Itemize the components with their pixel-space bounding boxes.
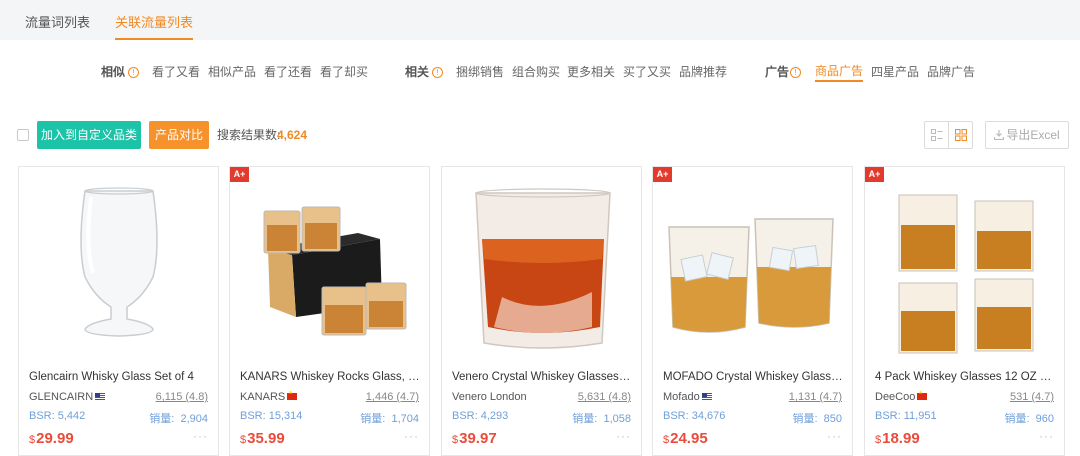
info-icon[interactable]: !: [432, 67, 443, 78]
filter-group-ads-label: 广告: [765, 65, 790, 79]
info-icon[interactable]: !: [790, 67, 801, 78]
a-plus-badge: A+: [865, 167, 884, 182]
product-title[interactable]: 4 Pack Whiskey Glasses 12 OZ Set: [875, 371, 1055, 383]
filter-item-combo-buy[interactable]: 组合购买: [512, 62, 560, 82]
product-image[interactable]: [865, 167, 1064, 362]
product-card[interactable]: A+ KANARS Whiskey Rocks Glass, Set of 4 …: [229, 166, 430, 456]
product-brand[interactable]: DeeCoo: [875, 390, 928, 403]
filter-item-viewed-bought[interactable]: 看了却买: [320, 62, 368, 82]
product-price: $39.97: [452, 430, 497, 447]
filter-item-brand-recommend[interactable]: 品牌推荐: [679, 62, 727, 82]
product-card[interactable]: Glencairn Whisky Glass Set of 4 GLENCAIR…: [18, 166, 219, 456]
product-brand[interactable]: KANARS: [240, 390, 298, 403]
filter-item-bundle[interactable]: 捆绑销售: [456, 62, 504, 82]
export-excel-label: 导出Excel: [1006, 128, 1060, 142]
product-bsr: BSR: 11,951: [875, 410, 937, 422]
product-title[interactable]: Glencairn Whisky Glass Set of 4: [29, 371, 209, 383]
product-price: $18.99: [875, 430, 920, 447]
more-options-icon[interactable]: ···: [404, 429, 419, 443]
product-card[interactable]: A+ 4 Pack Whiskey Glasses 12 OZ Set DeeC…: [864, 166, 1065, 456]
select-all-checkbox[interactable]: [17, 129, 29, 141]
product-reviews[interactable]: 5,631 (4.8): [578, 391, 631, 403]
product-reviews[interactable]: 1,446 (4.7): [366, 391, 419, 403]
info-icon[interactable]: !: [128, 67, 139, 78]
tab-keyword-list[interactable]: 流量词列表: [25, 0, 90, 40]
product-title[interactable]: Venero Crystal Whiskey Glasses, Set of 4: [452, 371, 632, 383]
product-price: $35.99: [240, 430, 285, 447]
product-image[interactable]: [442, 167, 641, 362]
action-toolbar: 加入到自定义品类 产品对比 搜索结果数: 4,624 导出Excel: [0, 121, 1080, 151]
more-options-icon[interactable]: ···: [827, 429, 842, 443]
result-count-value: 4,624: [277, 128, 308, 142]
us-flag-icon: [701, 393, 712, 400]
result-count-label: 搜索结果数:: [217, 128, 281, 142]
product-bsr: BSR: 5,442: [29, 410, 86, 422]
product-image[interactable]: [230, 167, 429, 362]
filter-item-four-star[interactable]: 四星产品: [871, 62, 919, 82]
more-options-icon[interactable]: ···: [1039, 429, 1054, 443]
product-brand[interactable]: Mofado: [663, 391, 712, 403]
filter-item-more-related[interactable]: 更多相关: [567, 62, 615, 82]
product-sales: 销量: 1,704: [360, 413, 419, 425]
filter-group-related-label: 相关: [405, 65, 430, 79]
product-title[interactable]: MOFADO Crystal Whiskey Glasses Set of 2: [663, 371, 843, 383]
product-bsr: BSR: 4,293: [452, 410, 509, 422]
product-card[interactable]: Venero Crystal Whiskey Glasses, Set of 4…: [441, 166, 642, 456]
filter-item-viewed-still-viewed[interactable]: 看了还看: [264, 62, 312, 82]
product-bsr: BSR: 15,314: [240, 410, 303, 422]
cn-flag-icon: [287, 390, 298, 400]
more-options-icon[interactable]: ···: [616, 429, 631, 443]
a-plus-badge: A+: [230, 167, 249, 182]
product-price: $24.95: [663, 430, 708, 447]
product-reviews[interactable]: 6,115 (4.8): [156, 391, 208, 403]
filter-row: 相似 ! 看了又看 相似产品 看了还看 看了却买 相关 ! 捆绑销售 组合购买 …: [0, 62, 1080, 84]
more-options-icon[interactable]: ···: [193, 429, 208, 443]
add-to-category-button[interactable]: 加入到自定义品类: [37, 121, 141, 149]
a-plus-badge: A+: [653, 167, 672, 182]
product-image[interactable]: [653, 167, 852, 362]
product-bsr: BSR: 34,676: [663, 410, 726, 422]
filter-group-similar-label: 相似: [101, 65, 126, 79]
view-toggle: [924, 121, 973, 149]
filter-item-product-ads[interactable]: 商品广告: [815, 62, 864, 82]
product-brand[interactable]: Venero London: [452, 391, 527, 403]
product-sales: 销量: 1,058: [572, 413, 631, 425]
product-reviews[interactable]: 1,131 (4.7): [789, 391, 842, 403]
tab-bar: 流量词列表 关联流量列表: [0, 0, 1080, 40]
product-sales: 销量: 960: [1004, 413, 1054, 425]
us-flag-icon: [95, 393, 106, 400]
filter-item-similar-products[interactable]: 相似产品: [208, 62, 256, 82]
compare-products-button[interactable]: 产品对比: [149, 121, 209, 149]
download-icon: [994, 130, 1005, 141]
grid-view-icon: [955, 129, 967, 141]
product-reviews[interactable]: 531 (4.7): [1010, 391, 1054, 403]
filter-item-brand-ads[interactable]: 品牌广告: [927, 62, 975, 82]
grid-view-button[interactable]: [949, 122, 973, 148]
product-brand[interactable]: GLENCAIRN: [29, 391, 106, 403]
filter-item-bought-also-bought[interactable]: 买了又买: [623, 62, 671, 82]
product-price: $29.99: [29, 430, 74, 447]
product-image[interactable]: [19, 167, 218, 362]
export-excel-button[interactable]: 导出Excel: [985, 121, 1069, 149]
cn-flag-icon: [917, 390, 928, 400]
product-title[interactable]: KANARS Whiskey Rocks Glass, Set of 4: [240, 371, 420, 383]
tab-related-traffic-list[interactable]: 关联流量列表: [115, 0, 194, 40]
list-view-button[interactable]: [925, 122, 949, 148]
product-sales: 销量: 850: [792, 413, 842, 425]
filter-item-viewed-also-viewed[interactable]: 看了又看: [152, 62, 200, 82]
list-view-icon: [930, 129, 942, 141]
product-card[interactable]: A+ MOFADO Crystal Whiskey Glasses Set of…: [652, 166, 853, 456]
product-sales: 销量: 2,904: [149, 413, 208, 425]
